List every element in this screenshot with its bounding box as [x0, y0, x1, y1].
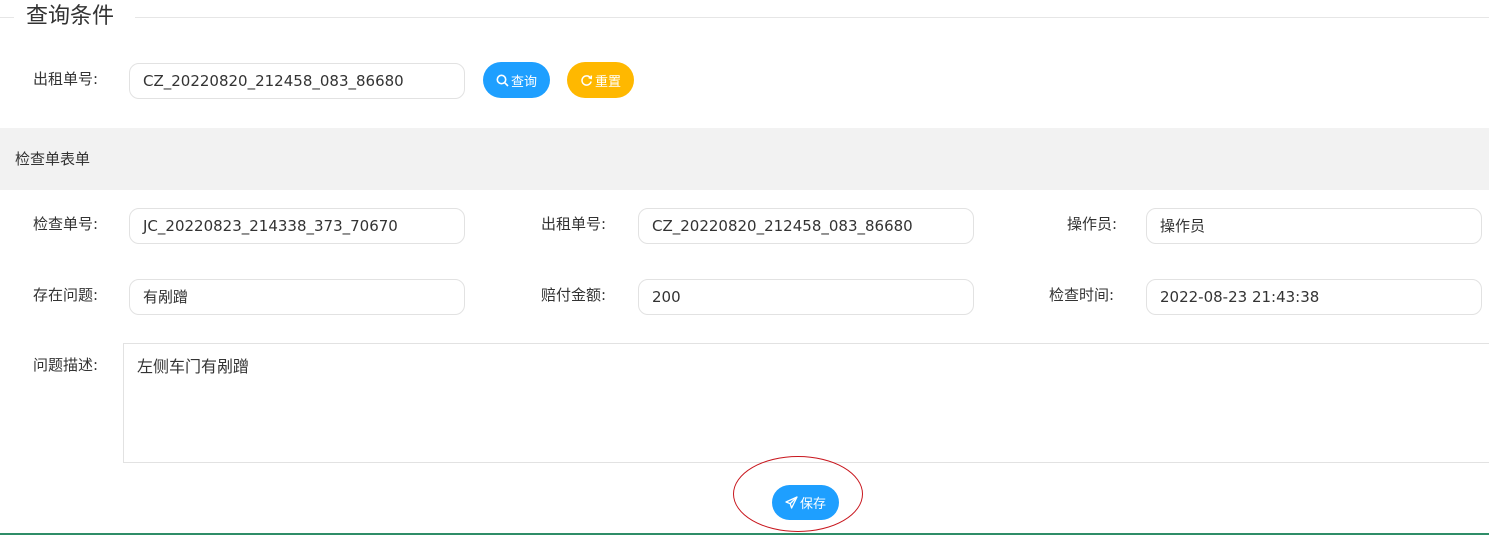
- search-button-label: 查询: [510, 74, 537, 90]
- description-label: 问题描述:: [33, 356, 99, 374]
- compensation-label: 赔付金额:: [541, 286, 607, 304]
- compensation-input[interactable]: 200: [638, 279, 974, 315]
- check-time-input[interactable]: 2022-08-23 21:43:38: [1146, 279, 1482, 315]
- search-button[interactable]: 查询: [483, 62, 550, 98]
- refresh-icon: [581, 74, 593, 86]
- operator-label: 操作员:: [1067, 215, 1118, 233]
- check-time-label: 检查时间:: [1049, 286, 1115, 304]
- inspection-no-label: 检查单号:: [33, 215, 99, 233]
- form-rental-no-input[interactable]: CZ_20220820_212458_083_86680: [638, 208, 974, 244]
- bottom-divider: [0, 533, 1489, 535]
- inspection-no-input[interactable]: JC_20220823_214338_373_70670: [129, 208, 465, 244]
- legend-line-left: [0, 17, 14, 18]
- operator-input[interactable]: 操作员: [1146, 208, 1482, 244]
- legend-line-right: [135, 17, 1489, 18]
- problem-label: 存在问题:: [33, 286, 99, 304]
- reset-button[interactable]: 重置: [567, 62, 634, 98]
- reset-button-label: 重置: [594, 74, 621, 90]
- query-legend-title: 查询条件: [26, 4, 115, 29]
- query-rental-no-input[interactable]: CZ_20220820_212458_083_86680: [129, 63, 465, 99]
- description-textarea[interactable]: 左侧车门有剐蹭: [123, 343, 1489, 463]
- search-icon: [496, 74, 509, 87]
- annotation-circle: [733, 456, 863, 532]
- form-rental-no-label: 出租单号:: [541, 215, 607, 233]
- query-rental-no-label: 出租单号:: [33, 70, 99, 88]
- problem-input[interactable]: 有剐蹭: [129, 279, 465, 315]
- form-section-header: 检查单表单: [0, 128, 1489, 190]
- form-section-title: 检查单表单: [15, 150, 91, 168]
